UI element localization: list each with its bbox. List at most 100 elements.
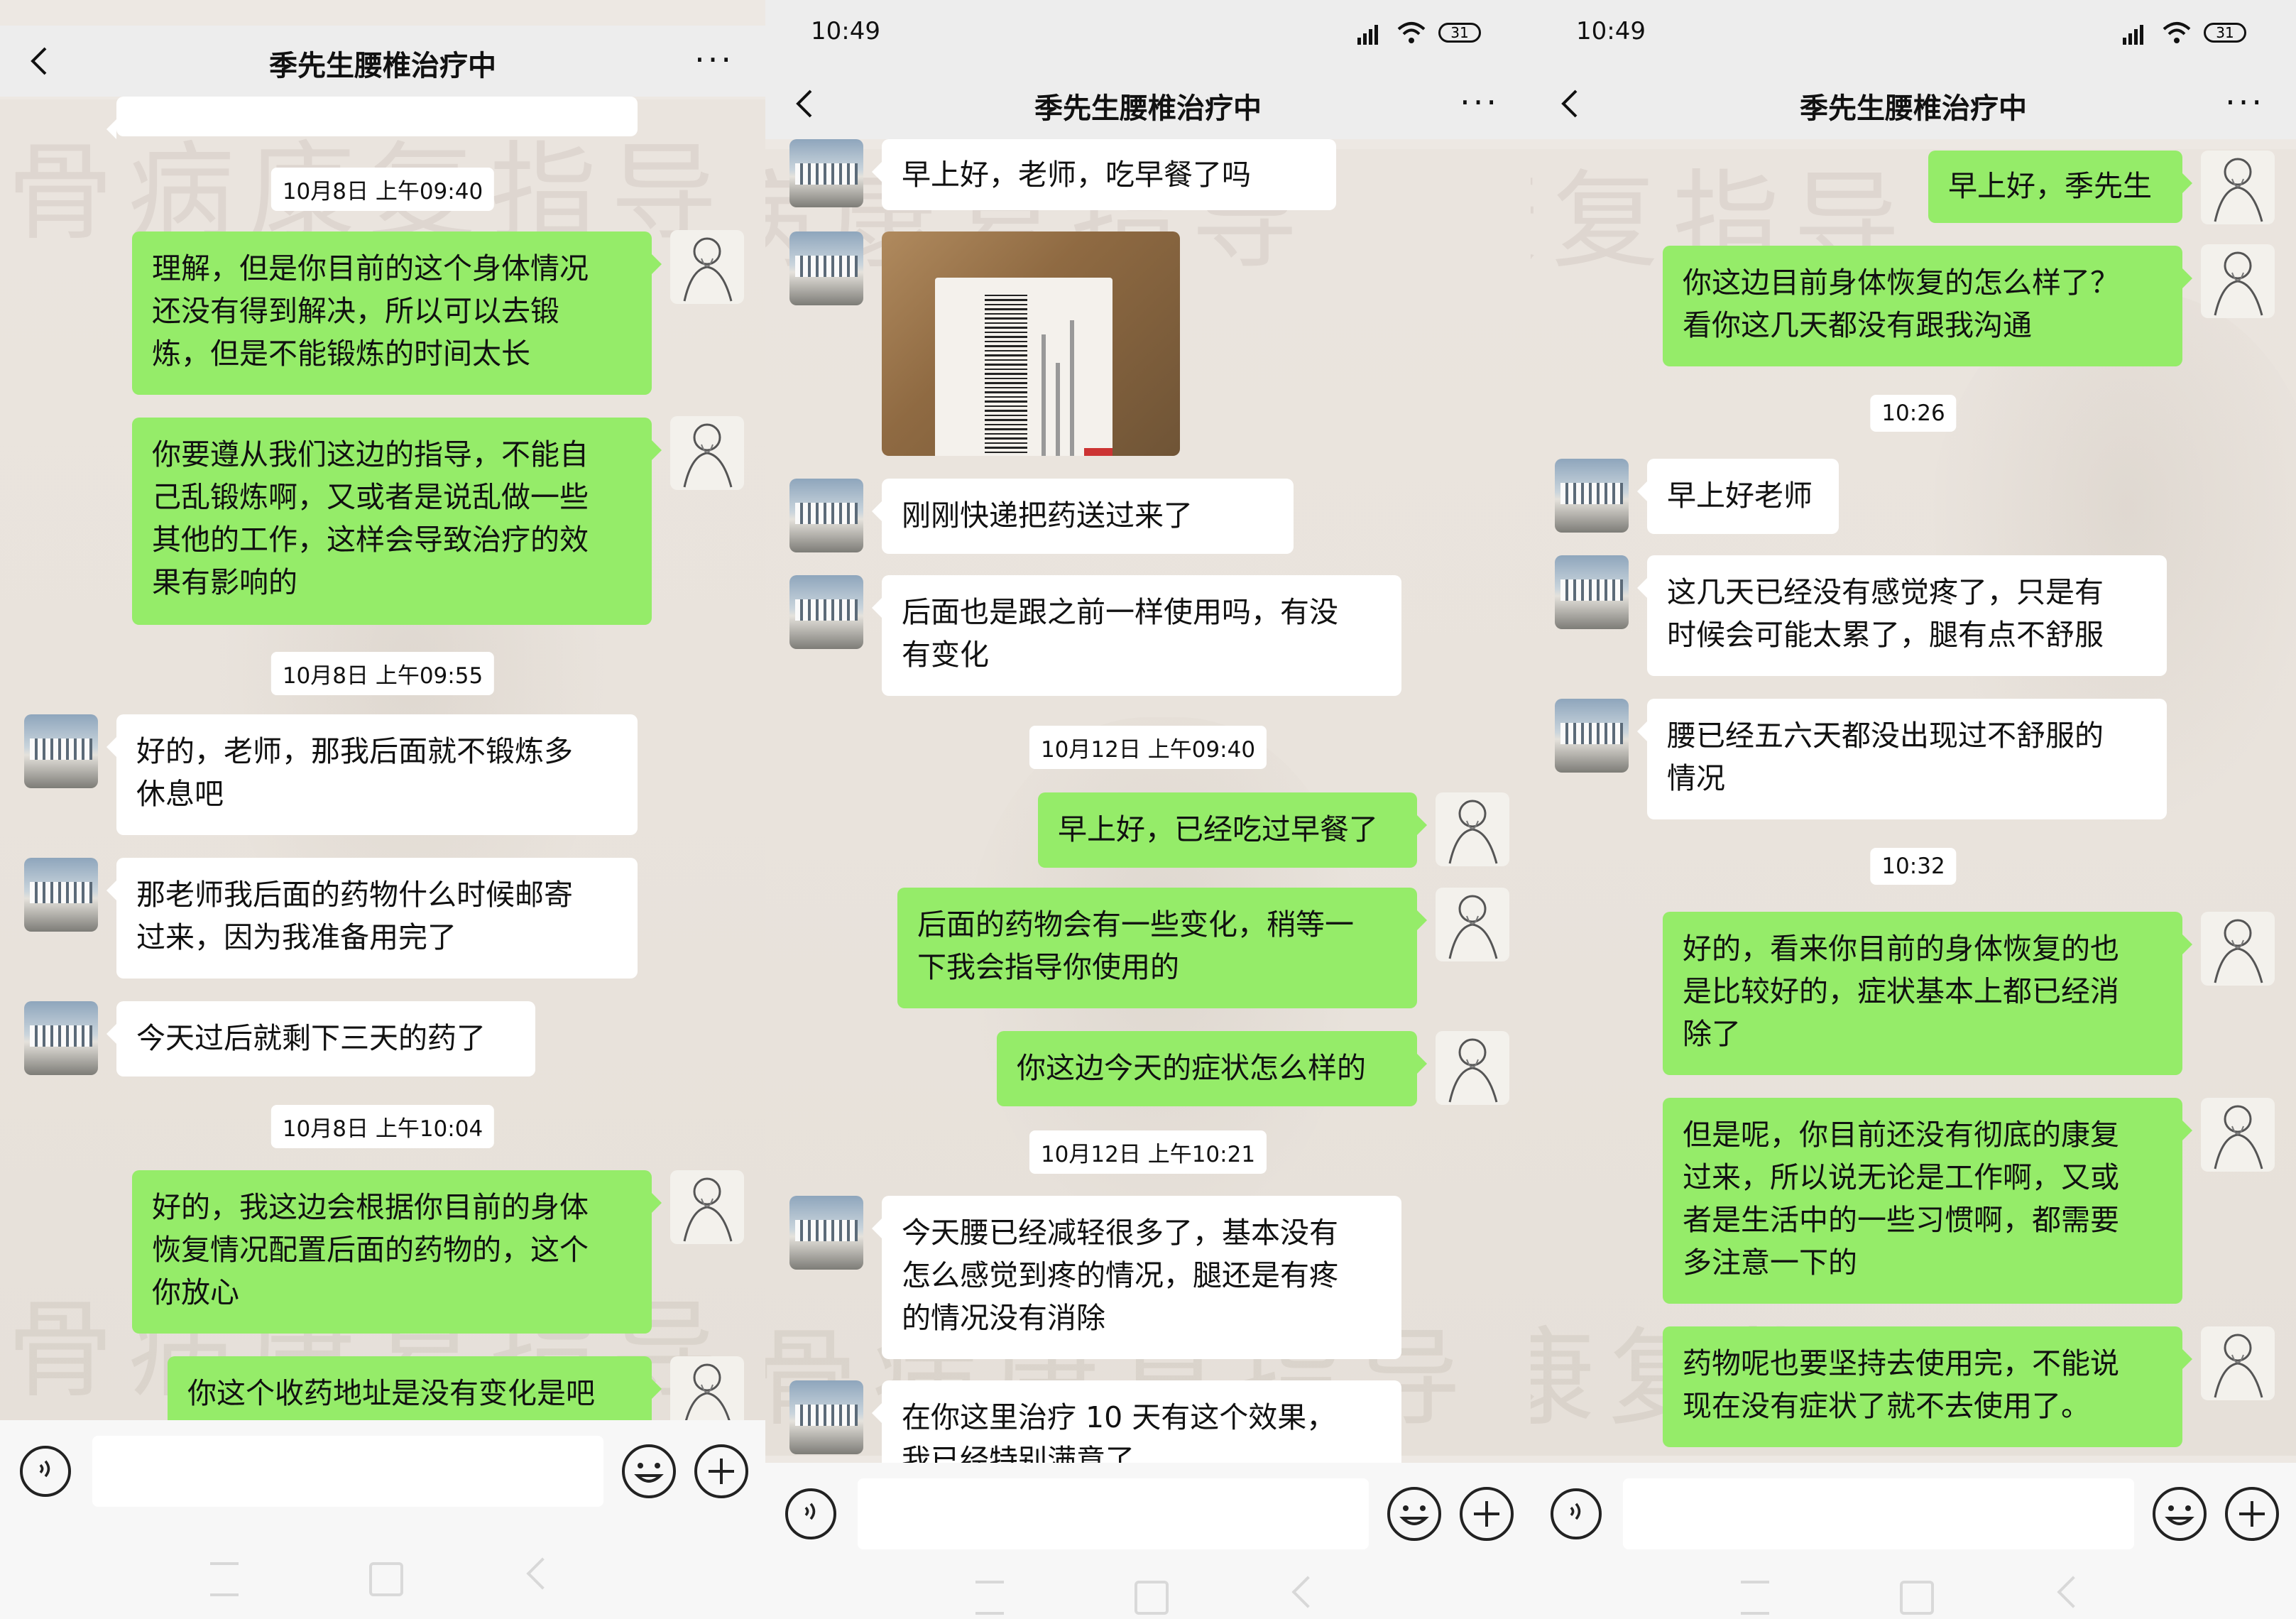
- message-bubble-partial[interactable]: [106, 97, 638, 139]
- emoji-icon[interactable]: [622, 1444, 676, 1498]
- user-avatar[interactable]: [1555, 459, 1629, 533]
- message-input[interactable]: [1623, 1478, 2134, 1549]
- sent-message[interactable]: 好的，看来你目前的身体恢复的也 是比较好的，症状基本上都已经消 除了: [1663, 912, 2192, 1075]
- status-icons: 31: [1353, 18, 1481, 47]
- status-icons: 31: [2119, 18, 2246, 47]
- sent-message[interactable]: 理解，但是你目前的这个身体情况 还没有得到解决，所以可以去锻 炼，但是不能锻炼的…: [132, 231, 662, 395]
- message-input[interactable]: [92, 1436, 603, 1507]
- doctor-avatar[interactable]: [670, 1170, 744, 1244]
- user-avatar[interactable]: [789, 139, 863, 207]
- received-message[interactable]: 腰已经五六天都没出现过不舒服的 情况: [1637, 699, 2167, 819]
- chat-title: 季先生腰椎治疗中: [1034, 92, 1262, 125]
- status-bar: 10:49 31: [1531, 0, 2296, 71]
- user-avatar[interactable]: [789, 575, 863, 649]
- doctor-avatar[interactable]: [670, 416, 744, 490]
- home-key-icon[interactable]: [1135, 1581, 1169, 1615]
- menu-key-icon[interactable]: [210, 1562, 239, 1596]
- system-nav-bar: [765, 1569, 1531, 1619]
- sent-message[interactable]: 但是呢，你目前还没有彻底的康复 过来，所以说无论是工作啊，又或 者是生活中的一些…: [1663, 1098, 2192, 1304]
- more-actions-icon[interactable]: [1460, 1487, 1514, 1541]
- emoji-icon[interactable]: [2153, 1487, 2207, 1541]
- sent-message[interactable]: 早上好，季先生: [1928, 151, 2192, 223]
- message-timestamp: 10月8日 上午09:55: [270, 652, 495, 695]
- sent-message[interactable]: 好的，我这边会根据你目前的身体 恢复情况配置后面的药物的，这个 你放心: [132, 1170, 662, 1334]
- system-nav-bar: [1531, 1569, 2296, 1619]
- label-line: [1070, 320, 1074, 456]
- signal-icon: [2123, 25, 2143, 45]
- doctor-avatar[interactable]: [2201, 912, 2275, 986]
- doctor-avatar[interactable]: [1436, 1031, 1509, 1105]
- sent-message[interactable]: 药物呢也要坚持去使用完，不能说 现在没有症状了就不去使用了。: [1663, 1326, 2192, 1447]
- chat-screen-3: 骨病康复指导 骨病康复指导 10:49 31 季先生腰椎治疗中 ··· 早上好，…: [1531, 0, 2296, 1619]
- menu-key-icon[interactable]: [975, 1581, 1004, 1615]
- received-message[interactable]: 早上好老师: [1637, 459, 1839, 534]
- user-avatar[interactable]: [24, 714, 98, 788]
- back-key-icon[interactable]: [1291, 1576, 1324, 1608]
- shipping-label: [935, 278, 1113, 456]
- user-avatar[interactable]: [24, 858, 98, 932]
- input-bar: [0, 1420, 765, 1541]
- received-message[interactable]: 早上好，老师，吃早餐了吗: [872, 139, 1336, 210]
- label-line: [1056, 363, 1060, 456]
- doctor-avatar[interactable]: [1436, 888, 1509, 961]
- user-avatar[interactable]: [24, 1001, 98, 1075]
- received-message[interactable]: 今天腰已经减轻很多了，基本没有 怎么感觉到疼的情况，腿还是有疼 的情况没有消除: [872, 1196, 1401, 1359]
- sent-message[interactable]: 你这边今天的症状怎么样的: [997, 1031, 1427, 1106]
- chat-header: 季先生腰椎治疗中 ···: [765, 68, 1531, 139]
- message-timestamp: 10:26: [1870, 395, 1957, 432]
- user-avatar[interactable]: [789, 479, 863, 552]
- chat-screen-1: 骨病康复指导 骨病康复指导 季先生腰椎治疗中 ··· 10月8日 上午09:40…: [0, 0, 765, 1619]
- status-time: 10:49: [1576, 17, 1646, 45]
- more-options-icon[interactable]: ···: [694, 43, 734, 76]
- received-message[interactable]: 刚刚快递把药送过来了: [872, 479, 1294, 554]
- user-avatar[interactable]: [1555, 699, 1629, 773]
- chat-header: 季先生腰椎治疗中 ···: [0, 26, 765, 97]
- message-timestamp: 10月8日 上午10:04: [270, 1105, 495, 1148]
- barcode: [985, 292, 1027, 456]
- doctor-avatar[interactable]: [2201, 244, 2275, 318]
- doctor-avatar[interactable]: [2201, 1326, 2275, 1400]
- received-message[interactable]: 今天过后就剩下三天的药了: [106, 1001, 535, 1076]
- chat-header: 季先生腰椎治疗中 ···: [1531, 68, 2296, 139]
- back-key-icon[interactable]: [2057, 1576, 2089, 1608]
- more-options-icon[interactable]: ···: [1460, 86, 1499, 119]
- message-input[interactable]: [858, 1478, 1369, 1549]
- emoji-icon[interactable]: [1387, 1487, 1441, 1541]
- doctor-avatar[interactable]: [670, 230, 744, 304]
- back-key-icon[interactable]: [526, 1557, 559, 1590]
- user-avatar[interactable]: [1555, 555, 1629, 629]
- received-message[interactable]: 这几天已经没有感觉疼了，只是有 时候会可能太累了，腿有点不舒服: [1637, 555, 2167, 676]
- sent-message[interactable]: 后面的药物会有一些变化，稍等一 下我会指导你使用的: [897, 888, 1427, 1008]
- doctor-avatar[interactable]: [2201, 151, 2275, 224]
- sent-message[interactable]: 你要遵从我们这边的指导，不能自 己乱锻炼啊，又或者是说乱做一些 其他的工作，这样…: [132, 418, 662, 625]
- received-message[interactable]: 后面也是跟之前一样使用吗，有没 有变化: [872, 575, 1401, 696]
- doctor-avatar[interactable]: [1436, 792, 1509, 866]
- voice-input-icon[interactable]: [1551, 1488, 1602, 1539]
- home-key-icon[interactable]: [369, 1562, 403, 1596]
- sent-message[interactable]: 你这边目前身体恢复的怎么样了？ 看你这几天都没有跟我沟通: [1663, 246, 2192, 366]
- doctor-avatar[interactable]: [2201, 1098, 2275, 1172]
- battery-icon: 31: [2204, 23, 2246, 43]
- received-message[interactable]: 好的，老师，那我后面就不锻炼多 休息吧: [106, 714, 638, 835]
- more-actions-icon[interactable]: [2225, 1487, 2279, 1541]
- sent-message[interactable]: 早上好，已经吃过早餐了: [1038, 792, 1427, 868]
- chat-title: 季先生腰椎治疗中: [269, 50, 496, 82]
- system-nav-bar: [0, 1541, 765, 1619]
- home-key-icon[interactable]: [1900, 1581, 1934, 1615]
- voice-input-icon[interactable]: [785, 1488, 836, 1539]
- chat-screen-2: 骨病康复指导 骨病康复指导 10:49 31 季先生腰椎治疗中 ··· 早上好，…: [765, 0, 1531, 1619]
- doctor-avatar[interactable]: [670, 1356, 744, 1430]
- user-avatar[interactable]: [789, 231, 863, 305]
- voice-input-icon[interactable]: [20, 1446, 71, 1497]
- user-avatar[interactable]: [789, 1196, 863, 1270]
- package-photo[interactable]: [882, 231, 1180, 456]
- status-time: 10:49: [811, 17, 880, 45]
- received-message[interactable]: 那老师我后面的药物什么时候邮寄 过来，因为我准备用完了: [106, 858, 638, 979]
- user-avatar[interactable]: [789, 1380, 863, 1454]
- wifi-icon: [2163, 22, 2191, 43]
- input-bar: [1531, 1463, 2296, 1569]
- menu-key-icon[interactable]: [1741, 1581, 1769, 1615]
- more-options-icon[interactable]: ···: [2225, 86, 2265, 119]
- message-timestamp: 10月12日 上午09:40: [1029, 726, 1267, 769]
- more-actions-icon[interactable]: [694, 1444, 748, 1498]
